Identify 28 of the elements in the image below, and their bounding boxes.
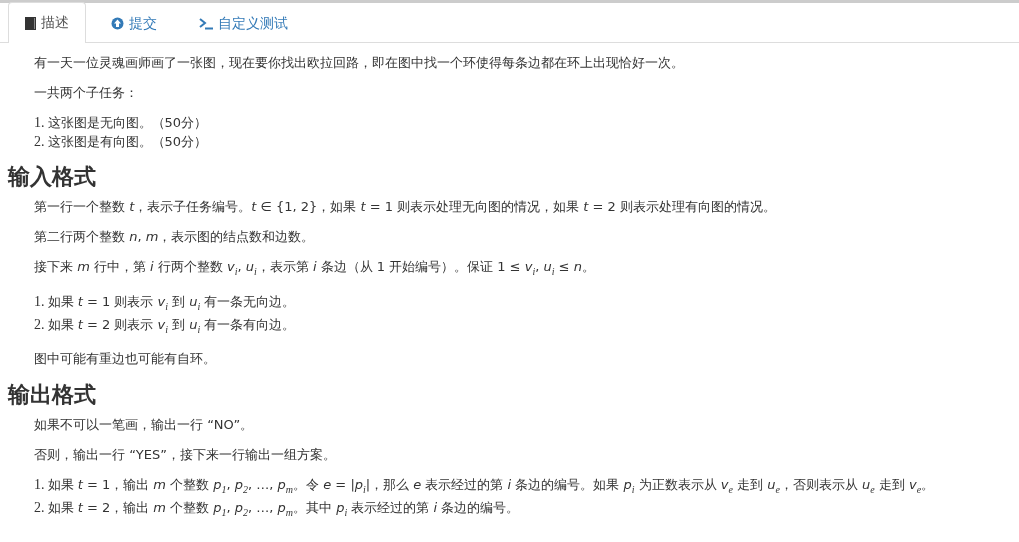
list-item-text: 如果 t = 2，输出 m 个整数 p$_{1}$, p$_{2}$, …, p$_{m}$。其中 p$_{i}$ 表示经过的第 i 条边的编号。 bbox=[47, 499, 520, 520]
tab[interactable]: 提交 bbox=[94, 3, 174, 43]
upload-icon bbox=[111, 17, 124, 30]
list-number: 1. bbox=[34, 114, 45, 132]
terminal-icon bbox=[199, 17, 213, 30]
list-item-text: 如果 t = 2 则表示 v$_{i}$ 到 u$_{i}$ 有一条有向边。 bbox=[47, 316, 296, 337]
paragraph: 否则，输出一行 “YES”，接下来一行输出一组方案。 bbox=[34, 445, 337, 464]
list-number: 2. bbox=[34, 133, 45, 151]
paragraph: 第二行两个整数 n, m，表示图的结点数和边数。 bbox=[34, 228, 316, 246]
paragraph: 接下来 m 行中，第 i 行两个整数 v$_{i}$, u$_{i}$，表示第 i 条边（从 1 开始编号）。保证 1 ≤ v$_{i}$, u$_{i}$ ≤ n。 bbox=[34, 258, 596, 279]
list-number: 1. bbox=[34, 292, 45, 311]
list-item-text: 如果 t = 1 则表示 v$_{i}$ 到 u$_{i}$ 有一条无向边。 bbox=[47, 292, 296, 314]
paragraph: 图中可能有重边也可能有自环。 bbox=[34, 349, 217, 368]
list-item-text: 这张图是无向图。（50分） bbox=[47, 114, 208, 132]
list-item-text: 如果 t = 1，输出 m 个整数 p$_{1}$, p$_{2}$, …, p$_{m}$。令 e = |p$_{i}$|，那么 e 表示经过的第 i 条边的编号。如果 p$_{i}$ 为正数表示从 v$_{e}$ 走到 u$_{e}$，否则表示从 u$_{e}$ 走到 v$_{e}$。 bbox=[47, 475, 935, 497]
list-number: 1. bbox=[34, 475, 45, 494]
list-item-text: 这张图是有向图。（50分） bbox=[47, 133, 208, 151]
paragraph: 第一行一个整数 t，表示子任务编号。t ∈ {1, 2}，如果 t = 1 则表示处理无向图的情况，如果 t = 2 则表示处理有向图的情况。 bbox=[34, 198, 777, 216]
paragraph: 有一天一位灵魂画师画了一张图，现在要你找出欧拉回路，即在图中找一个环使得每条边都在环上出现恰好一次。 bbox=[34, 54, 685, 72]
list-number: 2. bbox=[34, 499, 45, 518]
paragraph: 如果不可以一笔画，输出一行 “NO”。 bbox=[34, 415, 255, 434]
paragraph: 一共两个子任务： bbox=[34, 84, 139, 102]
list-number: 2. bbox=[34, 316, 45, 335]
book-icon bbox=[25, 16, 36, 30]
section-heading: 输出格式 bbox=[8, 379, 97, 409]
section-heading: 输入格式 bbox=[8, 162, 97, 191]
tab[interactable]: 自定义测试 bbox=[182, 3, 305, 43]
tab[interactable]: 描述 bbox=[8, 2, 86, 43]
